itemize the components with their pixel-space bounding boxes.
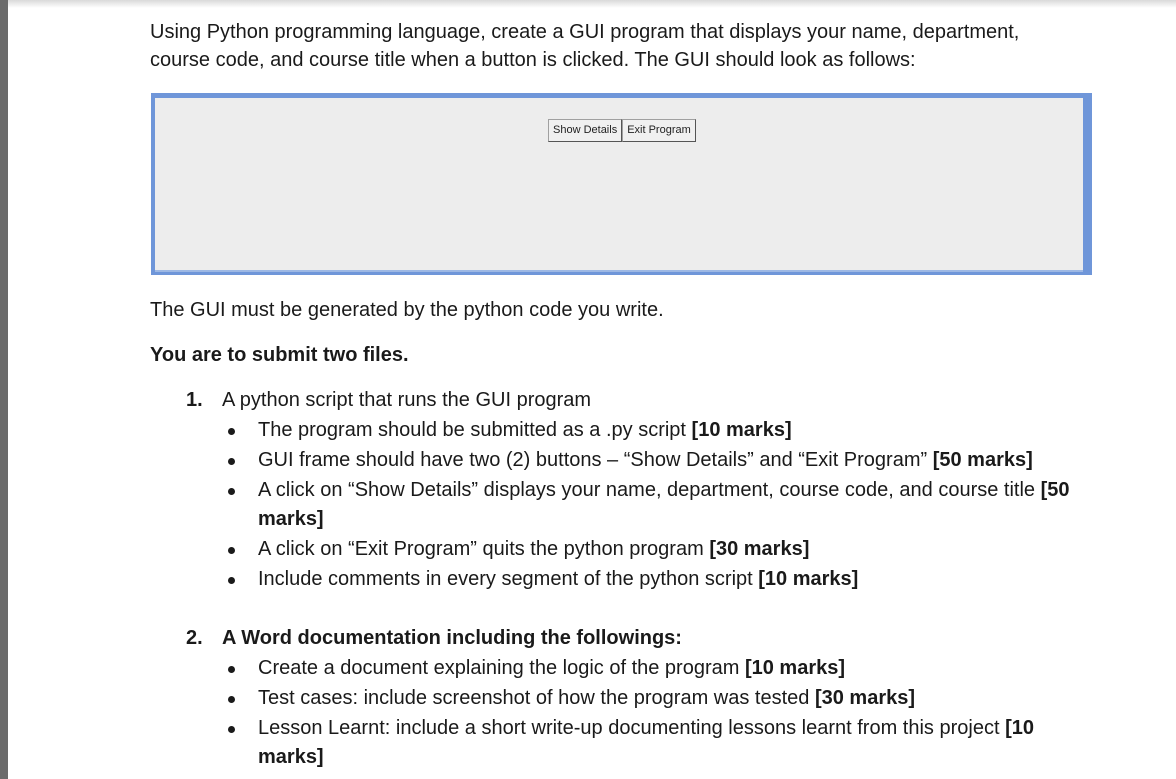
gui-window-screenshot: Show Details Exit Program xyxy=(151,93,1092,275)
item-1-number: 1. xyxy=(186,389,203,411)
list-item-continuation: marks] xyxy=(258,746,324,768)
list-item: A click on “Show Details” displays your … xyxy=(258,479,1070,501)
page-top-shadow xyxy=(8,0,1176,8)
bullet-icon xyxy=(228,726,235,733)
intro-line-2: course code, and course title when a but… xyxy=(150,49,916,71)
list-item-continuation: marks] xyxy=(258,508,324,530)
list-item: Lesson Learnt: include a short write-up … xyxy=(258,717,1034,739)
list-item: A click on “Exit Program” quits the pyth… xyxy=(258,538,810,560)
list-item: Test cases: include screenshot of how th… xyxy=(258,687,916,709)
bullet-icon xyxy=(228,428,235,435)
gui-note: The GUI must be generated by the python … xyxy=(150,299,664,321)
item-2-title: A Word documentation including the follo… xyxy=(222,627,682,649)
list-item: The program should be submitted as a .py… xyxy=(258,419,792,441)
bullet-icon xyxy=(228,547,235,554)
bullet-icon xyxy=(228,458,235,465)
bullet-icon xyxy=(228,696,235,703)
bullet-icon xyxy=(228,666,235,673)
viewer-left-edge xyxy=(0,0,8,779)
submit-heading: You are to submit two files. xyxy=(150,344,409,366)
list-item: Include comments in every segment of the… xyxy=(258,568,859,590)
intro-line-1: Using Python programming language, creat… xyxy=(150,21,1020,43)
bullet-icon xyxy=(228,577,235,584)
bullet-icon xyxy=(228,488,235,495)
list-item: GUI frame should have two (2) buttons – … xyxy=(258,449,1033,471)
item-1-title: A python script that runs the GUI progra… xyxy=(222,389,592,411)
list-item: Create a document explaining the logic o… xyxy=(258,657,846,679)
gui-button-row: Show Details Exit Program xyxy=(548,119,696,142)
show-details-button[interactable]: Show Details xyxy=(548,119,623,142)
exit-program-button[interactable]: Exit Program xyxy=(622,119,696,142)
item-2-number: 2. xyxy=(186,627,203,649)
